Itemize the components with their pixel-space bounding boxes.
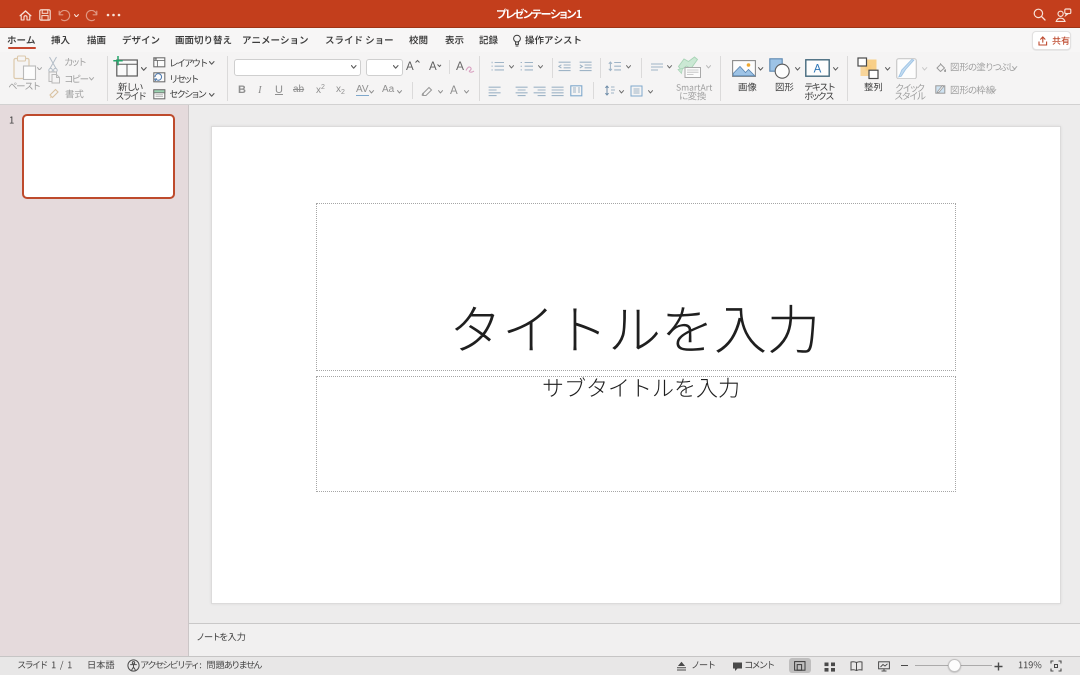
svg-text:A: A	[406, 61, 414, 73]
svg-text:A: A	[814, 64, 822, 76]
svg-text:A: A	[429, 61, 437, 73]
